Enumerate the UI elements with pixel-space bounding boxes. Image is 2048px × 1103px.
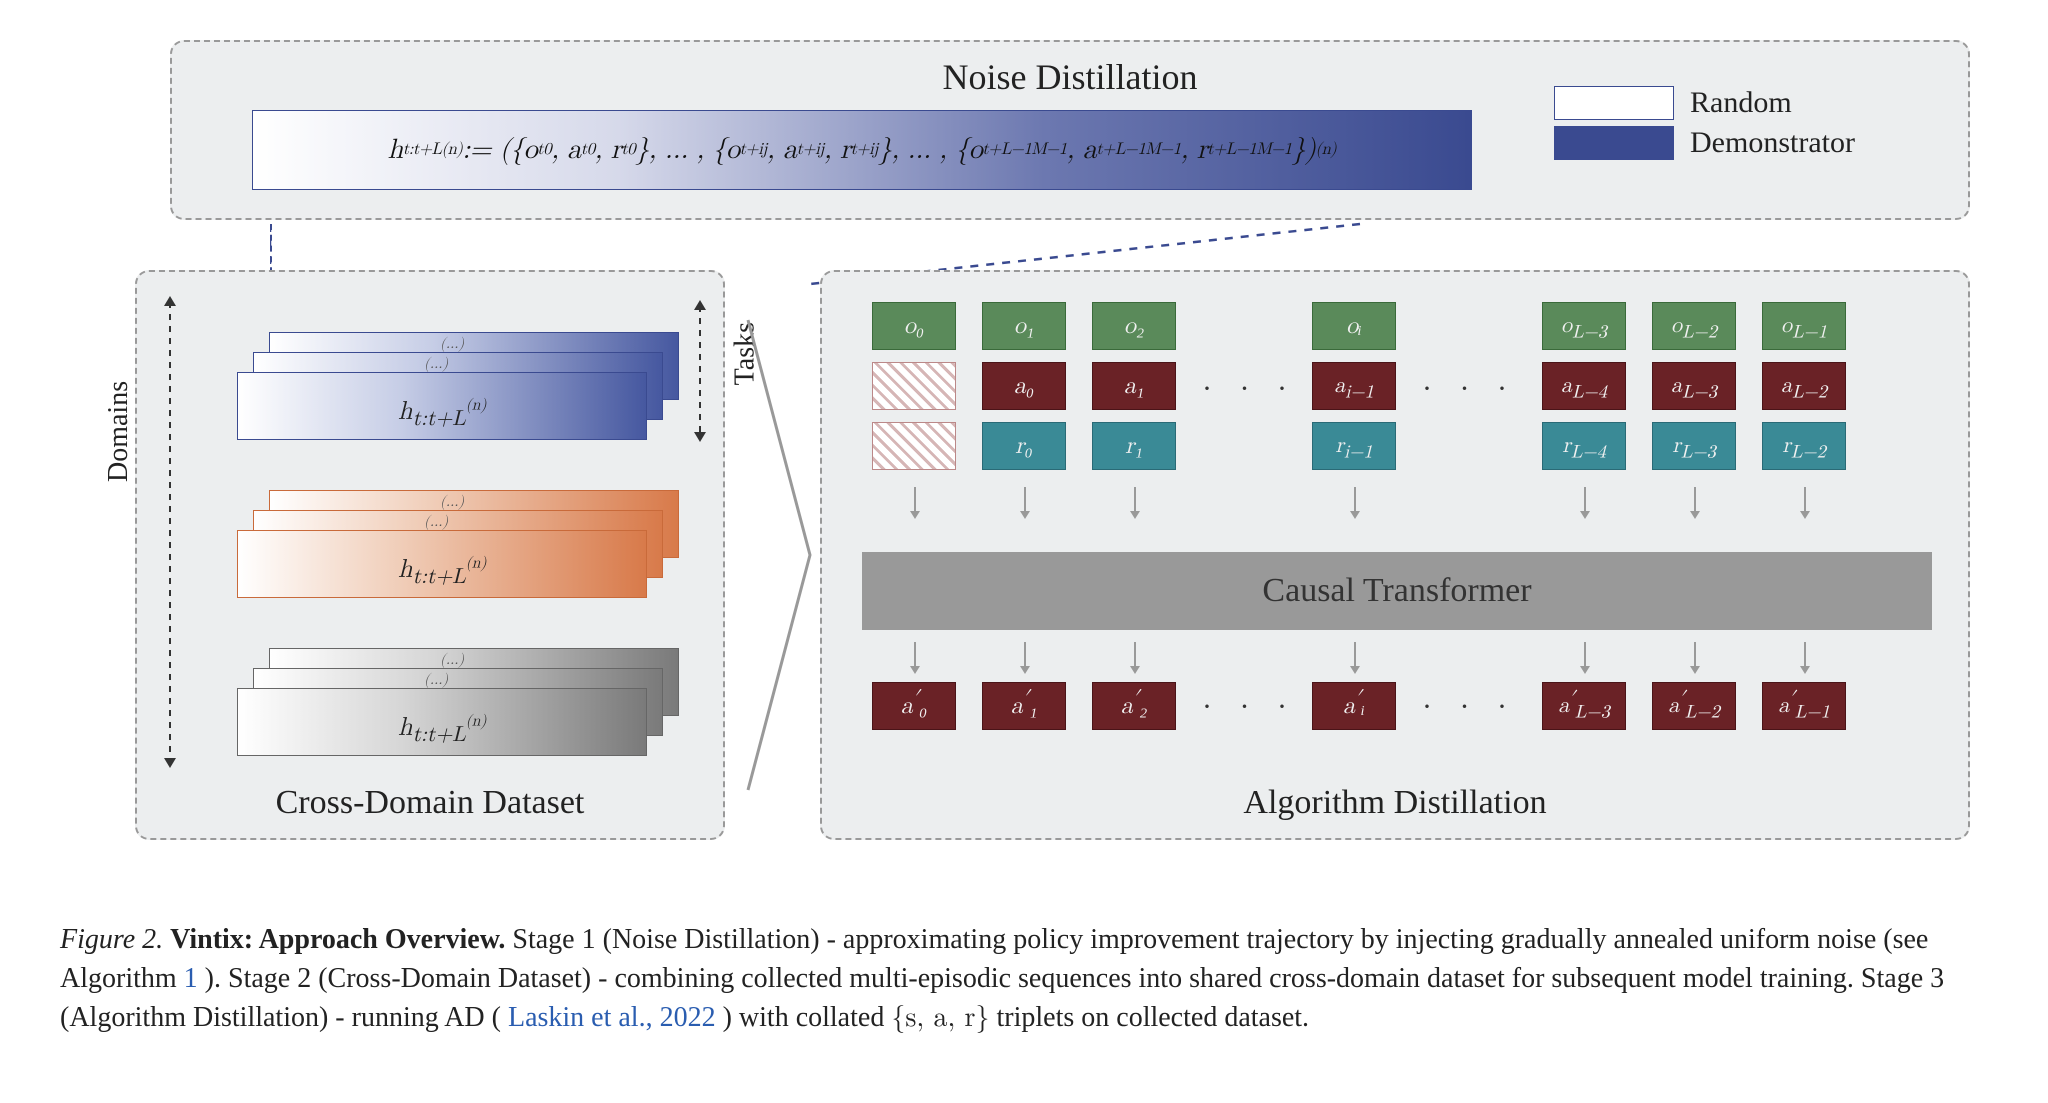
swatch-random-icon bbox=[1554, 86, 1674, 120]
output-action-token: a′₁ bbox=[982, 682, 1066, 730]
domains-axis-arrow-icon bbox=[169, 302, 171, 762]
down-arrow-icon bbox=[1024, 642, 1026, 668]
figure-caption: Figure 2. Vintix: Approach Overview. Sta… bbox=[60, 920, 1980, 1039]
output-action-token: a′ᵢ bbox=[1312, 682, 1396, 730]
action-token: aL−3 bbox=[1652, 362, 1736, 410]
caption-body: triplets on collected dataset. bbox=[997, 1002, 1310, 1033]
obs-token: oL−3 bbox=[1542, 302, 1626, 350]
card-label: (…) bbox=[424, 513, 448, 531]
ellipsis-icon: · · · bbox=[1202, 372, 1297, 406]
algorithm-ref-link[interactable]: 1 bbox=[184, 963, 198, 994]
down-arrow-icon bbox=[1354, 487, 1356, 513]
down-arrow-icon bbox=[1584, 642, 1586, 668]
masked-action-token bbox=[872, 362, 956, 410]
action-token: aL−2 bbox=[1762, 362, 1846, 410]
ellipsis-icon: · · · bbox=[1422, 690, 1517, 724]
algorithm-distillation-panel: o₀ o₁ a₀ r₀ o₂ a₁ r₁ · · · oᵢ ai−1 ri−1 … bbox=[820, 270, 1970, 840]
obs-token: oᵢ bbox=[1312, 302, 1396, 350]
domains-axis-label: Domains bbox=[103, 381, 135, 482]
card-label: (…) bbox=[440, 493, 464, 511]
reward-token: rL−2 bbox=[1762, 422, 1846, 470]
causal-transformer-block: Causal Transformer bbox=[862, 552, 1932, 630]
obs-token: oL−2 bbox=[1652, 302, 1736, 350]
down-arrow-icon bbox=[914, 487, 916, 513]
output-action-token: a′L−2 bbox=[1652, 682, 1736, 730]
ellipsis-icon: · · · bbox=[1422, 372, 1517, 406]
caption-body: ) with collated bbox=[723, 1002, 892, 1033]
triplet-notation: {s, a, r} bbox=[891, 1004, 989, 1032]
action-token: a₁ bbox=[1092, 362, 1176, 410]
obs-token: o₀ bbox=[872, 302, 956, 350]
nd-formula: ht:t+L(n) := ({ot0, at0, rt0}, … , {ot+i… bbox=[252, 114, 1472, 186]
action-token: aL−4 bbox=[1542, 362, 1626, 410]
legend-random-label: Random bbox=[1690, 86, 1792, 120]
obs-token: oL−1 bbox=[1762, 302, 1846, 350]
card-label: (…) bbox=[424, 355, 448, 373]
reward-token: r₁ bbox=[1092, 422, 1176, 470]
card: ht:t+L(n) bbox=[237, 688, 647, 756]
obs-token: o₁ bbox=[982, 302, 1066, 350]
card: ht:t+L(n) bbox=[237, 530, 647, 598]
down-arrow-icon bbox=[1584, 487, 1586, 513]
down-arrow-icon bbox=[1134, 642, 1136, 668]
stack-domain-orange: (…) (…) ht:t+L(n) bbox=[237, 530, 647, 598]
down-arrow-icon bbox=[914, 642, 916, 668]
down-arrow-icon bbox=[1804, 642, 1806, 668]
cross-domain-panel: Domains Tasks (…) (…) ht:t+L(n) (…) (…) … bbox=[135, 270, 725, 840]
open-angle-icon bbox=[740, 310, 820, 800]
card-label: (…) bbox=[424, 671, 448, 689]
card: ht:t+L(n) bbox=[237, 372, 647, 440]
action-token: a₀ bbox=[982, 362, 1066, 410]
stack-domain-gray: (…) (…) ht:t+L(n) bbox=[237, 688, 647, 756]
obs-token: o₂ bbox=[1092, 302, 1176, 350]
reward-token: rL−4 bbox=[1542, 422, 1626, 470]
down-arrow-icon bbox=[1354, 642, 1356, 668]
legend: Random Demonstrator bbox=[1554, 86, 1924, 166]
card-label: (…) bbox=[440, 335, 464, 353]
cd-title: Cross-Domain Dataset bbox=[137, 784, 723, 822]
ellipsis-icon: · · · bbox=[1202, 690, 1297, 724]
down-arrow-icon bbox=[1024, 487, 1026, 513]
legend-row-demonstrator: Demonstrator bbox=[1554, 126, 1924, 160]
down-arrow-icon bbox=[1694, 642, 1696, 668]
masked-reward-token bbox=[872, 422, 956, 470]
card-label: ht:t+L(n) bbox=[398, 713, 487, 744]
stack-domain-blue: (…) (…) ht:t+L(n) bbox=[237, 372, 647, 440]
down-arrow-icon bbox=[1804, 487, 1806, 513]
reward-token: r₀ bbox=[982, 422, 1066, 470]
noise-distillation-panel: Noise Distillation ht:t+L(n) := ({ot0, a… bbox=[170, 40, 1970, 220]
legend-row-random: Random bbox=[1554, 86, 1924, 120]
ad-title: Algorithm Distillation bbox=[822, 784, 1968, 822]
action-token: ai−1 bbox=[1312, 362, 1396, 410]
card-label: ht:t+L(n) bbox=[398, 397, 487, 428]
down-arrow-icon bbox=[1134, 487, 1136, 513]
citation-link[interactable]: Laskin et al., 2022 bbox=[508, 1002, 716, 1033]
output-action-token: a′L−3 bbox=[1542, 682, 1626, 730]
reward-token: ri−1 bbox=[1312, 422, 1396, 470]
figure-title: Vintix: Approach Overview. bbox=[170, 924, 505, 955]
output-action-token: a′L−1 bbox=[1762, 682, 1846, 730]
figure-number: Figure 2. bbox=[60, 924, 163, 955]
output-action-token: a′₀ bbox=[872, 682, 956, 730]
card-label: (…) bbox=[440, 651, 464, 669]
figure: Noise Distillation ht:t+L(n) := ({ot0, a… bbox=[60, 40, 1980, 1039]
diagram: Noise Distillation ht:t+L(n) := ({ot0, a… bbox=[60, 40, 1980, 860]
legend-demonstrator-label: Demonstrator bbox=[1690, 126, 1855, 160]
tasks-axis-arrow-icon bbox=[699, 306, 701, 436]
output-action-token: a′₂ bbox=[1092, 682, 1176, 730]
card-label: ht:t+L(n) bbox=[398, 555, 487, 586]
down-arrow-icon bbox=[1694, 487, 1696, 513]
swatch-demonstrator-icon bbox=[1554, 126, 1674, 160]
reward-token: rL−3 bbox=[1652, 422, 1736, 470]
